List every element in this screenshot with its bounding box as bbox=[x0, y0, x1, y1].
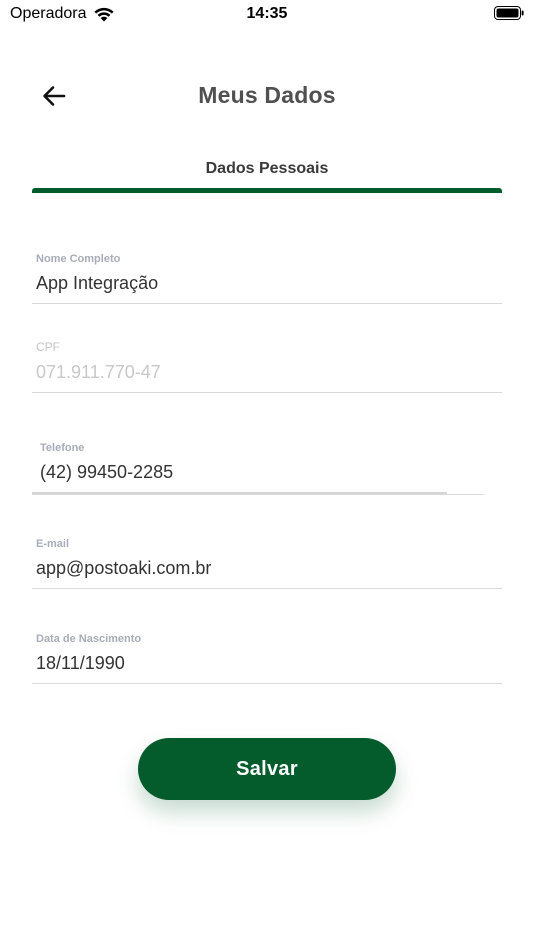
telefone-label: Telefone bbox=[40, 442, 85, 454]
telefone-field: Telefone bbox=[32, 442, 502, 495]
telefone-underline bbox=[32, 492, 502, 495]
email-label: E-mail bbox=[36, 538, 70, 550]
cpf-label: CPF bbox=[36, 340, 60, 354]
cpf-field: CPF bbox=[32, 340, 502, 393]
nome-completo-underline bbox=[32, 303, 502, 304]
email-input[interactable] bbox=[32, 550, 502, 588]
tab-active-indicator bbox=[32, 188, 502, 193]
nome-completo-label: Nome Completo bbox=[36, 253, 121, 265]
page-title: Meus Dados bbox=[198, 82, 336, 108]
save-button[interactable]: Salvar bbox=[138, 738, 396, 800]
telefone-input[interactable] bbox=[32, 454, 502, 492]
status-bar: Operadora 14:35 bbox=[0, 0, 534, 30]
data-nascimento-field: Data de Nascimento bbox=[32, 633, 502, 684]
data-nascimento-label: Data de Nascimento bbox=[36, 633, 142, 645]
battery-icon bbox=[494, 6, 524, 20]
nome-completo-field: Nome Completo bbox=[32, 253, 502, 304]
cpf-underline bbox=[32, 392, 502, 393]
cpf-input bbox=[32, 354, 502, 392]
status-time: 14:35 bbox=[246, 5, 288, 22]
nome-completo-input[interactable] bbox=[32, 265, 502, 303]
data-nascimento-input[interactable] bbox=[32, 645, 502, 683]
tab-bar: Dados Pessoais bbox=[32, 160, 502, 193]
email-underline bbox=[32, 588, 502, 589]
tab-dados-pessoais[interactable]: Dados Pessoais bbox=[32, 160, 502, 188]
app-header: Meus Dados bbox=[0, 70, 534, 122]
email-field: E-mail bbox=[32, 538, 502, 589]
telefone-underline-bottom bbox=[32, 494, 484, 495]
data-nascimento-underline bbox=[32, 683, 502, 684]
